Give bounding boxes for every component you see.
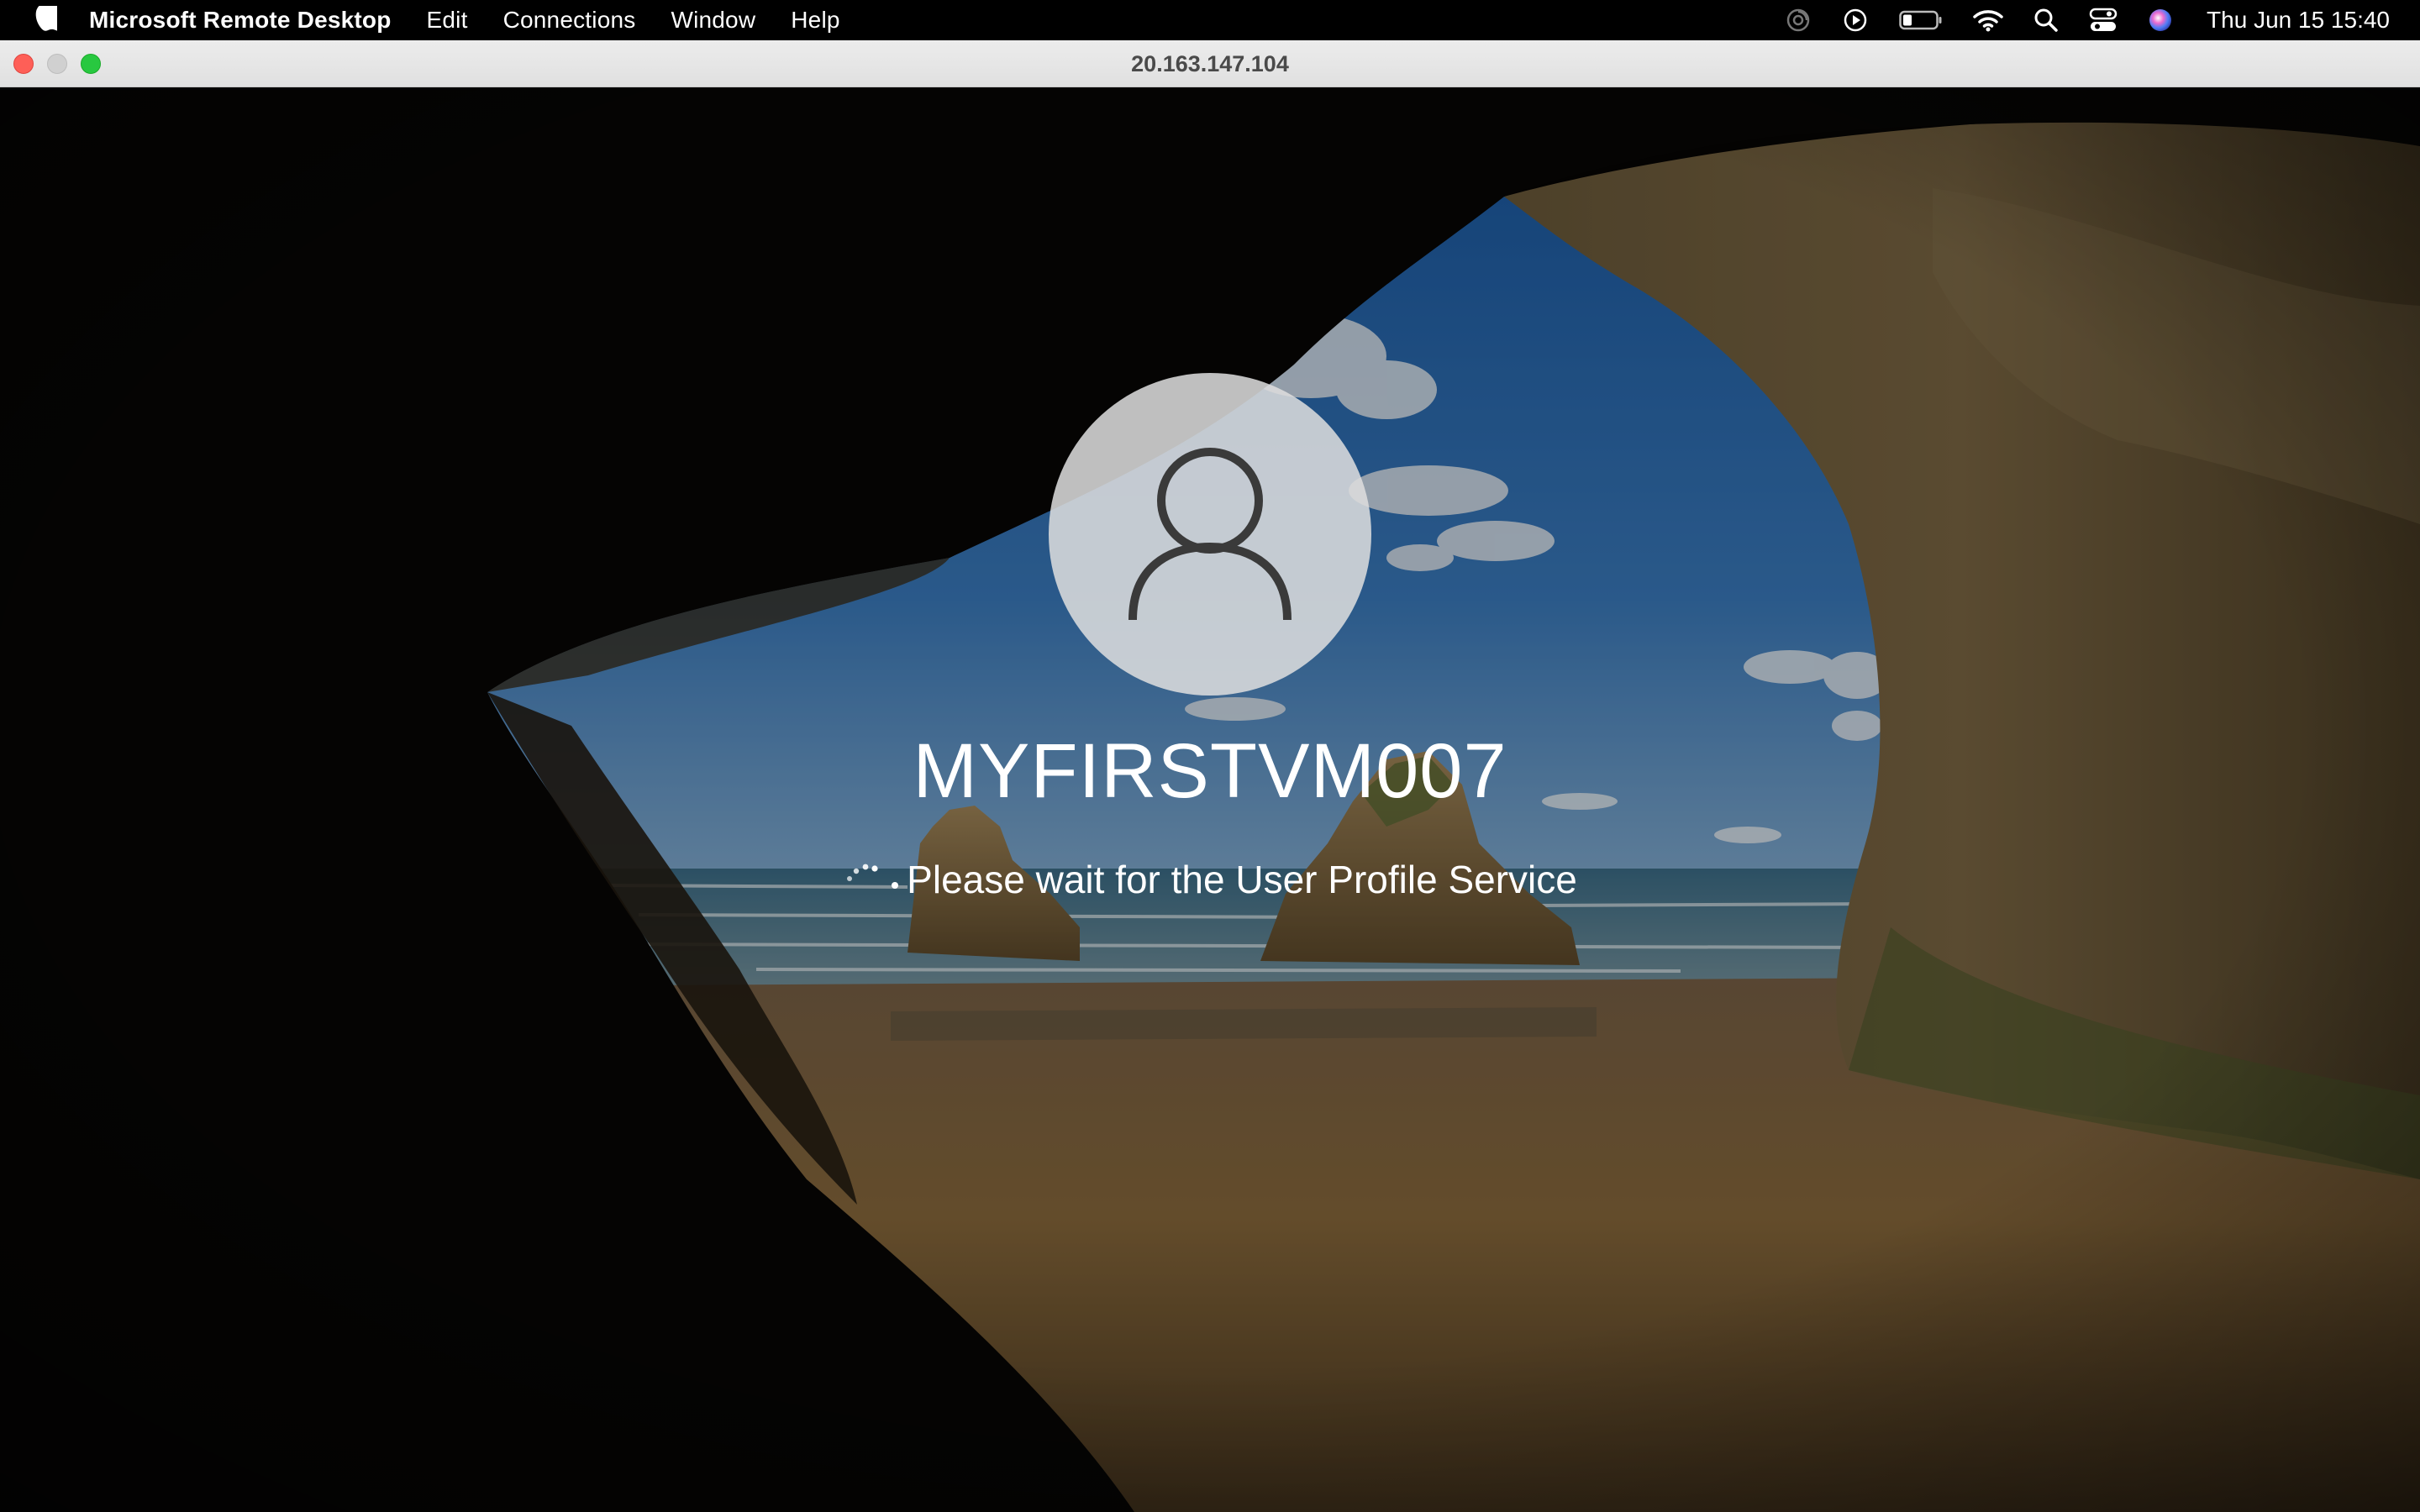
status-message: Please wait for the User Profile Service xyxy=(907,858,1577,901)
login-status: Please wait for the User Profile Service xyxy=(0,857,2420,902)
menu-edit[interactable]: Edit xyxy=(427,7,468,34)
menu-bar: Microsoft Remote Desktop Edit Connection… xyxy=(0,0,2420,40)
username-label: MYFIRSTVM007 xyxy=(913,728,1507,814)
status-area: Thu Jun 15 15:40 xyxy=(1754,0,2390,40)
user-icon xyxy=(1128,448,1292,621)
apple-logo-icon[interactable] xyxy=(34,6,57,34)
menu-window[interactable]: Window xyxy=(671,7,755,34)
menu-clock[interactable]: Thu Jun 15 15:40 xyxy=(2207,7,2390,34)
siri-icon[interactable] xyxy=(2148,8,2173,33)
loading-spinner-icon xyxy=(847,864,899,889)
window-title: 20.163.147.104 xyxy=(1131,51,1289,76)
menu-connections[interactable]: Connections xyxy=(503,7,636,34)
search-icon[interactable] xyxy=(2033,8,2059,33)
user-avatar xyxy=(1049,373,1371,696)
menu-app-name[interactable]: Microsoft Remote Desktop xyxy=(89,7,392,34)
battery-icon[interactable] xyxy=(1899,8,1943,32)
remote-desktop-view[interactable]: MYFIRSTVM007 Please wait for the User Pr… xyxy=(0,87,2420,1512)
control-center-icon[interactable] xyxy=(2089,8,2118,33)
wifi-icon[interactable] xyxy=(1973,8,2003,32)
menu-help[interactable]: Help xyxy=(791,7,839,34)
play-icon[interactable] xyxy=(1842,7,1869,34)
window-title-bar[interactable]: 20.163.147.104 xyxy=(0,40,2420,87)
moon-icon[interactable] xyxy=(1785,7,1812,34)
